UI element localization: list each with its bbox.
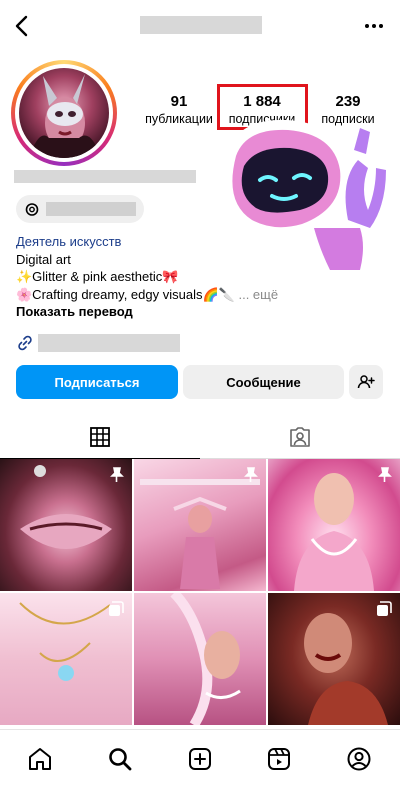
tagged-person-icon	[290, 426, 310, 447]
nav-profile[interactable]	[344, 744, 374, 774]
posts-label: публикации	[145, 112, 213, 126]
pin-icon	[110, 467, 124, 482]
post-thumbnail[interactable]	[134, 593, 266, 725]
bottom-nav	[0, 729, 400, 793]
link-url-redacted	[38, 334, 180, 352]
pin-icon	[244, 467, 258, 482]
display-name-redacted	[14, 170, 196, 183]
create-icon	[189, 748, 211, 770]
threads-icon	[25, 203, 39, 216]
tab-tagged[interactable]	[200, 415, 400, 459]
chevron-left-icon[interactable]	[8, 12, 36, 40]
profile-tabs	[0, 415, 400, 459]
post-thumbnail[interactable]	[0, 459, 132, 591]
post-thumbnail[interactable]	[268, 593, 400, 725]
carousel-icon	[109, 601, 124, 616]
carousel-icon	[377, 601, 392, 616]
posts-count: 91	[170, 93, 188, 110]
pin-icon	[378, 467, 392, 482]
more-dots-icon[interactable]	[362, 14, 386, 38]
nav-reels[interactable]	[264, 744, 294, 774]
nav-search[interactable]	[105, 744, 135, 774]
threads-handle-redacted	[46, 202, 136, 216]
bio-line: 🌸Crafting dreamy, edgy visuals🌈🔪 ... ещё	[16, 286, 278, 304]
post-thumbnail[interactable]	[268, 459, 400, 591]
top-bar	[0, 0, 400, 52]
username-redacted	[140, 16, 262, 34]
profile-link[interactable]	[16, 333, 180, 353]
profile-icon	[347, 747, 371, 771]
follow-button[interactable]: Подписаться	[16, 365, 178, 399]
nav-home[interactable]	[25, 744, 55, 774]
posts-grid	[0, 459, 400, 729]
post-thumbnail[interactable]	[134, 459, 266, 591]
show-translation-link[interactable]: Показать перевод	[16, 303, 278, 321]
nav-create[interactable]	[185, 744, 215, 774]
stat-posts[interactable]: 91 публикации	[141, 93, 217, 127]
bio-more-link[interactable]: ... ещё	[238, 287, 278, 302]
avatar[interactable]	[19, 68, 109, 158]
threads-badge[interactable]	[16, 195, 144, 223]
grid-icon	[90, 426, 110, 447]
following-count: 239	[335, 93, 361, 110]
link-icon	[18, 335, 32, 351]
bio-line-text: 🌸Crafting dreamy, edgy visuals🌈🔪	[16, 286, 235, 302]
home-icon	[29, 748, 51, 770]
tab-posts-grid[interactable]	[0, 415, 200, 459]
search-icon	[109, 748, 132, 771]
suggest-users-button[interactable]	[349, 365, 383, 399]
reels-icon	[268, 748, 290, 770]
story-ring[interactable]	[11, 60, 117, 166]
post-thumbnail[interactable]	[0, 593, 132, 725]
robot-sticker	[224, 119, 386, 276]
add-person-icon	[357, 375, 375, 389]
message-button[interactable]: Сообщение	[183, 365, 344, 399]
